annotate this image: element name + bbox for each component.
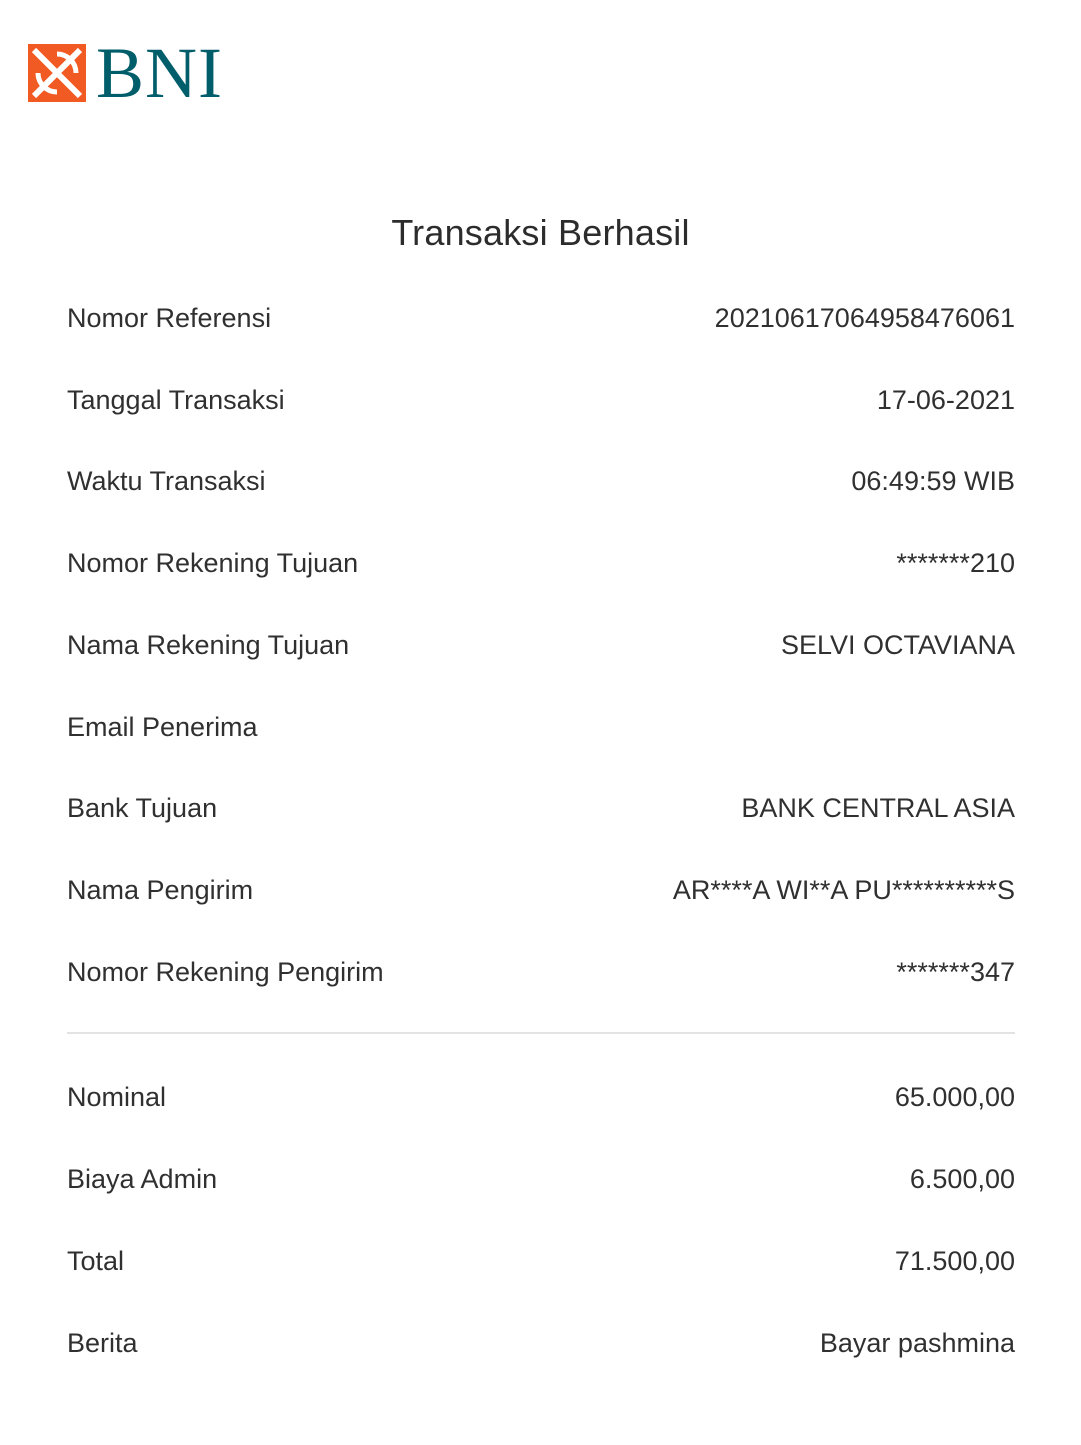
- detail-row-destination-account-name: Nama Rekening Tujuan SELVI OCTAVIANA: [67, 625, 1015, 665]
- section-divider: [67, 1032, 1015, 1034]
- detail-row-destination-account-number: Nomor Rekening Tujuan *******210: [67, 543, 1015, 583]
- amount-label: Nominal: [67, 1081, 167, 1112]
- detail-label: Nomor Referensi: [67, 302, 272, 333]
- bni-logo: BNI: [28, 33, 223, 113]
- amount-label: Berita: [67, 1327, 138, 1358]
- page-title: Transaksi Berhasil: [391, 212, 690, 253]
- detail-label: Nama Rekening Tujuan: [67, 629, 350, 660]
- detail-label: Nomor Rekening Pengirim: [67, 956, 384, 987]
- detail-value: 06:49:59 WIB: [851, 465, 1015, 496]
- detail-value: *******347: [896, 956, 1015, 987]
- amount-value: 71.500,00: [894, 1245, 1015, 1276]
- detail-label: Nama Pengirim: [67, 874, 254, 905]
- amount-row-message: Berita Bayar pashmina: [67, 1323, 1015, 1363]
- amount-value: 65.000,00: [894, 1081, 1015, 1112]
- detail-row-transaction-date: Tanggal Transaksi 17-06-2021: [67, 380, 1015, 420]
- amount-label: Biaya Admin: [67, 1163, 218, 1194]
- detail-label: Bank Tujuan: [67, 792, 218, 823]
- detail-row-destination-bank: Bank Tujuan BANK CENTRAL ASIA: [67, 788, 1015, 828]
- detail-row-recipient-email: Email Penerima: [67, 707, 1015, 747]
- bni-logo-icon: [28, 44, 86, 102]
- detail-row-transaction-time: Waktu Transaksi 06:49:59 WIB: [67, 461, 1015, 501]
- detail-value: SELVI OCTAVIANA: [780, 629, 1015, 660]
- detail-value: AR****A WI**A PU**********S: [672, 874, 1015, 905]
- detail-label: Nomor Rekening Tujuan: [67, 547, 359, 578]
- amount-value: 6.500,00: [909, 1163, 1015, 1194]
- amount-value: Bayar pashmina: [819, 1327, 1015, 1358]
- amount-label: Total: [67, 1245, 125, 1276]
- bni-logo-text: BNI: [96, 33, 223, 113]
- detail-value: 20210617064958476061: [714, 302, 1015, 333]
- amount-row-nominal: Nominal 65.000,00: [67, 1077, 1015, 1117]
- detail-value: *******210: [896, 547, 1015, 578]
- detail-label: Waktu Transaksi: [67, 465, 266, 496]
- detail-row-sender-account-number: Nomor Rekening Pengirim *******347: [67, 952, 1015, 992]
- detail-row-sender-name: Nama Pengirim AR****A WI**A PU**********…: [67, 870, 1015, 910]
- detail-label: Tanggal Transaksi: [67, 384, 285, 415]
- amount-row-total: Total 71.500,00: [67, 1241, 1015, 1281]
- detail-value: BANK CENTRAL ASIA: [741, 792, 1015, 823]
- detail-label: Email Penerima: [67, 711, 258, 742]
- amount-row-admin-fee: Biaya Admin 6.500,00: [67, 1159, 1015, 1199]
- detail-value: 17-06-2021: [876, 384, 1015, 415]
- detail-row-reference-number: Nomor Referensi 20210617064958476061: [67, 298, 1015, 338]
